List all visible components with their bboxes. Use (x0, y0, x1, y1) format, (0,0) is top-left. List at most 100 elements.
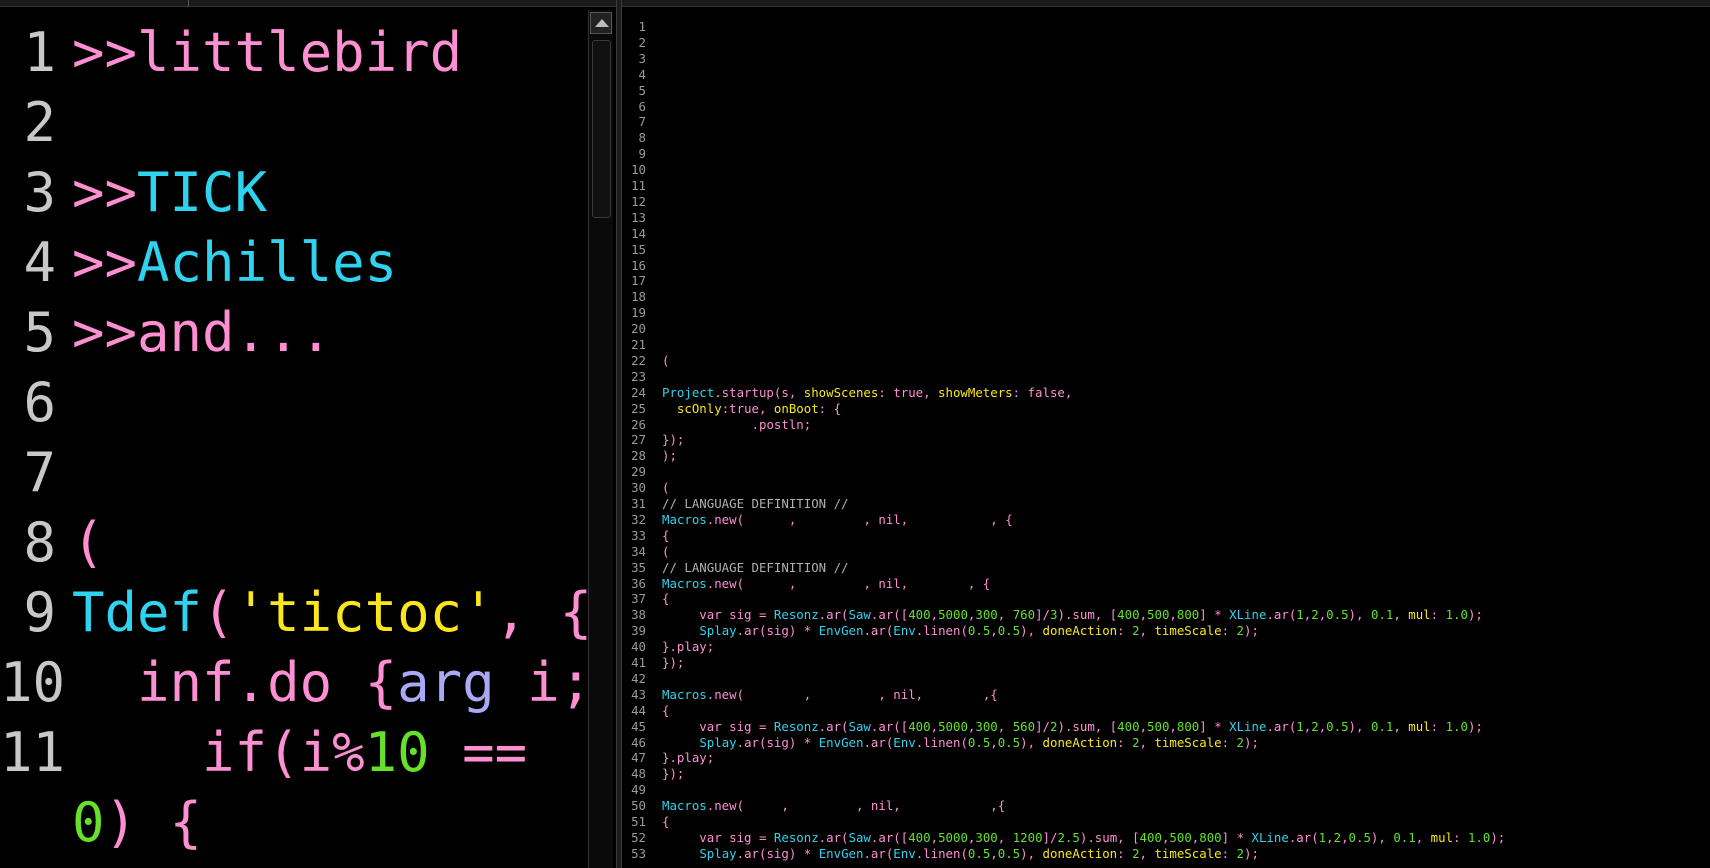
code-text[interactable]: }); (662, 432, 684, 448)
code-text[interactable]: Project.startup(s, showScenes: true, sho… (662, 385, 1072, 401)
code-token: 800 (1176, 607, 1200, 623)
code-text[interactable]: Splay.ar(sig) * EnvGen.ar(Env.linen(0.5,… (662, 623, 1259, 639)
code-token: 0.5 (1348, 829, 1371, 845)
code-text[interactable]: var sig = Resonz.ar(Saw.ar([400,5000,300… (662, 830, 1505, 846)
code-token: 5000 (938, 829, 968, 845)
code-text[interactable]: inf.do {arg i; (72, 648, 592, 718)
code-text[interactable]: { (662, 528, 669, 544)
code-token: 2 (1132, 623, 1140, 639)
code-token: , (990, 623, 998, 639)
code-token: ( OO) )_( OO) ( OO ) ) ,--. ( OO ). ( (O… (662, 66, 1632, 82)
code-token: }.play; (662, 639, 715, 655)
code-text[interactable]: "ZENO....".postln; (662, 417, 811, 433)
code-text[interactable]: ( (662, 353, 669, 369)
code-token: ).sum, [ (1057, 718, 1118, 734)
code-token: ]/ (1035, 718, 1051, 734)
code-token: i; (494, 651, 593, 714)
code-token: , nil, (878, 686, 931, 702)
code-token: Saw (848, 607, 871, 623)
line-number: 40 (631, 639, 646, 655)
code-text[interactable]: (_/ / (| '--. | . |/ \_) | |\| | '..`''.… (662, 130, 1684, 146)
code-text[interactable]: if(i%10 == (72, 718, 527, 788)
code-token: 1.0 (1445, 607, 1468, 623)
code-text[interactable]: }); (662, 655, 684, 671)
code-text[interactable]: ); (662, 448, 677, 464)
code-text[interactable]: >>TICK (72, 158, 267, 228)
code-text[interactable]: { (662, 703, 669, 719)
code-token: EnvGen (818, 845, 864, 861)
scroll-up-button[interactable] (590, 12, 612, 34)
line-number: 9 (23, 581, 56, 644)
line-number: 46 (631, 734, 646, 750)
code-text[interactable]: }.play; (662, 639, 714, 655)
code-text[interactable]: 0) { (72, 788, 202, 858)
code-token: 400 (1117, 718, 1140, 734)
code-text[interactable]: scOnly:true, onBoot: { (662, 401, 841, 417)
code-text[interactable]: Macros.new('and', \rewrite, nil, ">>clos… (662, 798, 1005, 814)
code-text[interactable]: ****************************************… (662, 226, 1125, 242)
code-text[interactable]: | || `---.| | \ | `' '-' ' \ / | | | | |… (662, 162, 1698, 178)
code-token: Env (893, 734, 916, 750)
code-token: 1 (1296, 718, 1304, 734)
code-text[interactable]: '--. / | | | \| | )/ | | | | \ :` `. | /… (662, 114, 1646, 130)
code-text[interactable]: Tdef('tictoc', { (72, 578, 592, 648)
code-text[interactable]: Macros.new("closer", \rewrite, nil, ">>a… (662, 687, 998, 703)
line-number: 10 (631, 162, 646, 178)
line-number: 37 (631, 591, 646, 607)
code-text[interactable]: ,(_)----.(,------.,--./ ,--,' .-'),-----… (662, 83, 1669, 99)
code-token: }); (662, 432, 685, 448)
code-text[interactable]: { (662, 814, 669, 830)
code-token: : (1221, 734, 1237, 750)
code-token: ]/ (1042, 829, 1058, 845)
code-text[interactable]: var sig = Resonz.ar(Saw.ar([400,5000,300… (662, 607, 1483, 623)
code-text[interactable]: ( (662, 544, 669, 560)
code-token: >>littlebird (72, 21, 463, 84)
line-number: 15 (631, 241, 646, 257)
triangle-up-icon (595, 19, 609, 27)
code-text[interactable]: Splay.ar(sig) * EnvGen.ar(Env.linen(0.5,… (662, 846, 1259, 862)
right-editor-pane[interactable]: 1 /**************************************… (622, 0, 1710, 868)
code-text[interactable]: ( (72, 508, 105, 578)
code-token: : (1430, 607, 1446, 623)
code-token: .ar( (818, 718, 849, 734)
left-editor-pane[interactable]: 1 >>littlebird 2 3 >>TICK 4 >>Achilles 5 >>and..… (0, 0, 616, 868)
left-scrollbar[interactable] (588, 10, 613, 868)
code-token: 400 (1117, 607, 1140, 623)
code-text[interactable]: Splay.ar(sig) * EnvGen.ar(Env.linen(0.5,… (662, 735, 1259, 751)
code-text[interactable]: Macros.new("zeno", \rewrite, nil, ">>clo… (662, 512, 1013, 528)
line-number: 5 (638, 82, 646, 98)
code-token: .-') _ ('-. .-') _ .-') _ ('-. ('-. _ .-… (662, 50, 1595, 66)
code-token: ), (1020, 734, 1043, 750)
code-text[interactable]: ( OO) )_( OO) ( OO ) ) ,--. ( OO ). ( (O… (662, 67, 1632, 83)
line-number: 6 (638, 98, 646, 114)
code-token: { (662, 814, 670, 829)
code-token: ****************************************… (662, 225, 1125, 241)
line-number: 7 (638, 114, 646, 130)
scroll-thumb[interactable] (592, 40, 611, 218)
code-token: ); (1244, 845, 1259, 861)
code-text[interactable]: >>Achilles (72, 228, 397, 298)
code-token: : true, (878, 384, 939, 400)
code-token: 0.5 (997, 623, 1021, 639)
code-text[interactable]: ( (662, 480, 669, 496)
code-text[interactable]: >>and... (72, 298, 332, 368)
code-text[interactable]: >>littlebird (72, 18, 462, 88)
code-text[interactable]: var sig = Resonz.ar(Saw.ar([400,5000,300… (662, 719, 1483, 735)
code-text[interactable]: .-') _ ('-. .-') _ .-') _ ('-. ('-. _ .-… (662, 51, 1594, 67)
code-text[interactable]: `--------'`------'`--' `--' `-----' `---… (662, 178, 1698, 194)
code-token: \rewrite (803, 575, 864, 591)
code-token: 'and' (744, 798, 782, 814)
code-text[interactable]: Macros.new("zeno", \rewrite, nil, ">>and… (662, 576, 990, 592)
code-text[interactable]: / /___ | .--' | |\ | \ | | | | .-._) \ |… (662, 146, 1710, 162)
code-text[interactable]: // LANGUAGE DEFINITION // (662, 496, 849, 512)
line-number: 31 (631, 496, 646, 511)
code-text[interactable]: }.play; (662, 750, 714, 766)
code-text[interactable]: }); (662, 766, 684, 782)
code-token: "zeno" (744, 575, 789, 591)
code-token: 1.0 (1445, 718, 1468, 734)
code-text[interactable]: // LANGUAGE DEFINITION // (662, 560, 849, 576)
code-text[interactable]: | | | .---'| \ | |\ ( OO' .-. '`-'/ _ | … (662, 99, 1684, 115)
code-text[interactable]: { (662, 591, 669, 607)
code-text[interactable]: /***************************************… (662, 19, 1125, 35)
